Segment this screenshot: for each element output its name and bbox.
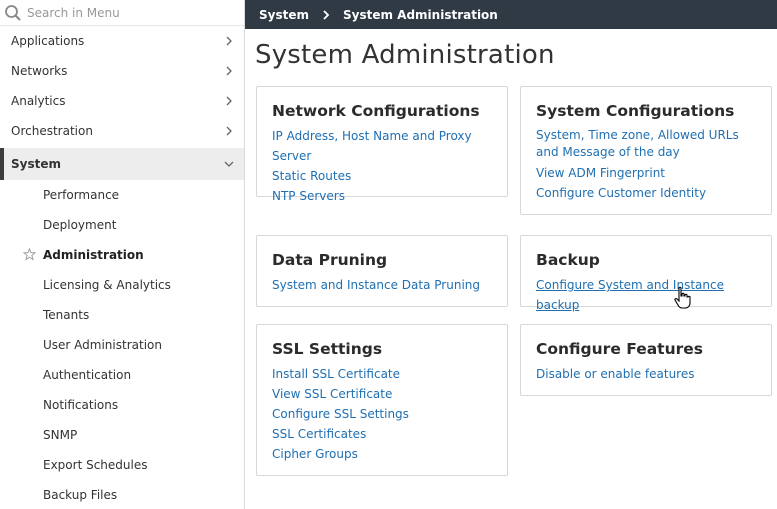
breadcrumb: System System Administration: [245, 0, 777, 29]
link-static-routes[interactable]: Static Routes: [272, 166, 492, 186]
sidebar-subitem-backup-files[interactable]: Backup Files: [0, 480, 244, 509]
search-input[interactable]: Search in Menu: [27, 6, 120, 20]
link-disable-enable-features[interactable]: Disable or enable features: [536, 364, 756, 384]
sidebar-subitem-tenants[interactable]: Tenants: [0, 300, 244, 330]
sidebar-subitem-label: Licensing & Analytics: [43, 278, 171, 292]
link-configure-customer-identity[interactable]: Configure Customer Identity: [536, 183, 756, 203]
sidebar-subitem-label: Deployment: [43, 218, 117, 232]
sidebar-subitem-label: Export Schedules: [43, 458, 148, 472]
sidebar-subitem-snmp[interactable]: SNMP: [0, 420, 244, 450]
sidebar-item-networks[interactable]: Networks: [0, 56, 244, 86]
link-configure-backup[interactable]: Configure System and Instance backup: [536, 275, 756, 315]
card-backup: Backup Configure System and Instance bac…: [520, 235, 772, 312]
card-title: Network Configurations: [272, 102, 480, 120]
sidebar-item-analytics[interactable]: Analytics: [0, 86, 244, 116]
sidebar-subitem-label: Backup Files: [43, 488, 118, 502]
sidebar-item-applications[interactable]: Applications: [0, 26, 244, 56]
card-data-pruning: Data Pruning System and Instance Data Pr…: [256, 235, 508, 307]
card-title: System Configurations: [536, 102, 735, 120]
card-ssl-settings: SSL Settings Install SSL Certificate Vie…: [256, 324, 508, 476]
card-title: Data Pruning: [272, 251, 388, 269]
link-ssl-certificates[interactable]: SSL Certificates: [272, 424, 492, 444]
card-network-configurations: Network Configurations IP Address, Host …: [256, 86, 508, 203]
sidebar-subitem-label: Performance: [43, 188, 120, 202]
sidebar-subitem-performance[interactable]: Performance: [0, 180, 244, 210]
sidebar-subitem-authentication[interactable]: Authentication: [0, 360, 244, 390]
sidebar-item-label: Applications: [11, 34, 85, 48]
star-icon[interactable]: [23, 248, 36, 261]
link-install-ssl-certificate[interactable]: Install SSL Certificate: [272, 364, 492, 384]
breadcrumb-current: System Administration: [343, 7, 498, 22]
sidebar-subitem-label: Tenants: [43, 308, 90, 322]
sidebar-subitem-deployment[interactable]: Deployment: [0, 210, 244, 240]
sidebar-subitem-administration[interactable]: Administration: [0, 240, 244, 270]
link-data-pruning[interactable]: System and Instance Data Pruning: [272, 275, 492, 295]
sidebar-subitem-user-administration[interactable]: User Administration: [0, 330, 244, 360]
sidebar-subitem-export-schedules[interactable]: Export Schedules: [0, 450, 244, 480]
hand-pointer-icon: [674, 286, 691, 309]
page-title: System Administration: [255, 40, 555, 70]
sidebar-subitem-label: Notifications: [43, 398, 119, 412]
link-system-time-zone[interactable]: System, Time zone, Allowed URLs and Mess…: [536, 126, 756, 163]
card-title: Backup: [536, 251, 600, 269]
sidebar-item-label: System: [11, 157, 61, 171]
card-configure-features: Configure Features Disable or enable fea…: [520, 324, 772, 396]
link-ntp-servers[interactable]: NTP Servers: [272, 186, 492, 206]
link-ip-address[interactable]: IP Address, Host Name and Proxy Server: [272, 126, 492, 166]
chevron-right-icon: [226, 96, 232, 106]
link-view-ssl-certificate[interactable]: View SSL Certificate: [272, 384, 492, 404]
sidebar-subitem-label: User Administration: [43, 338, 162, 352]
breadcrumb-root[interactable]: System: [259, 8, 309, 22]
chevron-right-icon: [226, 36, 232, 46]
sidebar-item-orchestration[interactable]: Orchestration: [0, 116, 244, 146]
link-configure-ssl-settings[interactable]: Configure SSL Settings: [272, 404, 492, 424]
chevron-right-icon: [323, 9, 330, 20]
chevron-down-icon: [224, 161, 234, 167]
sidebar-item-label: Analytics: [11, 94, 66, 108]
sidebar-subitem-licensing[interactable]: Licensing & Analytics: [0, 270, 244, 300]
chevron-right-icon: [226, 126, 232, 136]
link-cipher-groups[interactable]: Cipher Groups: [272, 444, 492, 464]
card-title: SSL Settings: [272, 340, 383, 358]
sidebar-subitem-label: SNMP: [43, 428, 78, 442]
chevron-right-icon: [226, 66, 232, 76]
card-system-configurations: System Configurations System, Time zone,…: [520, 86, 772, 215]
sidebar-item-system[interactable]: System: [0, 148, 244, 180]
sidebar-subitem-notifications[interactable]: Notifications: [0, 390, 244, 420]
sidebar-subitem-label: Authentication: [43, 368, 132, 382]
sidebar-item-label: Networks: [11, 64, 68, 78]
search-icon: [5, 4, 21, 21]
link-view-adm-fingerprint[interactable]: View ADM Fingerprint: [536, 163, 756, 183]
sidebar-subitem-label: Administration: [43, 248, 144, 262]
sidebar-item-label: Orchestration: [11, 124, 93, 138]
card-title: Configure Features: [536, 340, 703, 358]
sidebar: Search in Menu Applications Networks Ana…: [0, 0, 245, 509]
menu-search[interactable]: Search in Menu: [0, 0, 244, 26]
